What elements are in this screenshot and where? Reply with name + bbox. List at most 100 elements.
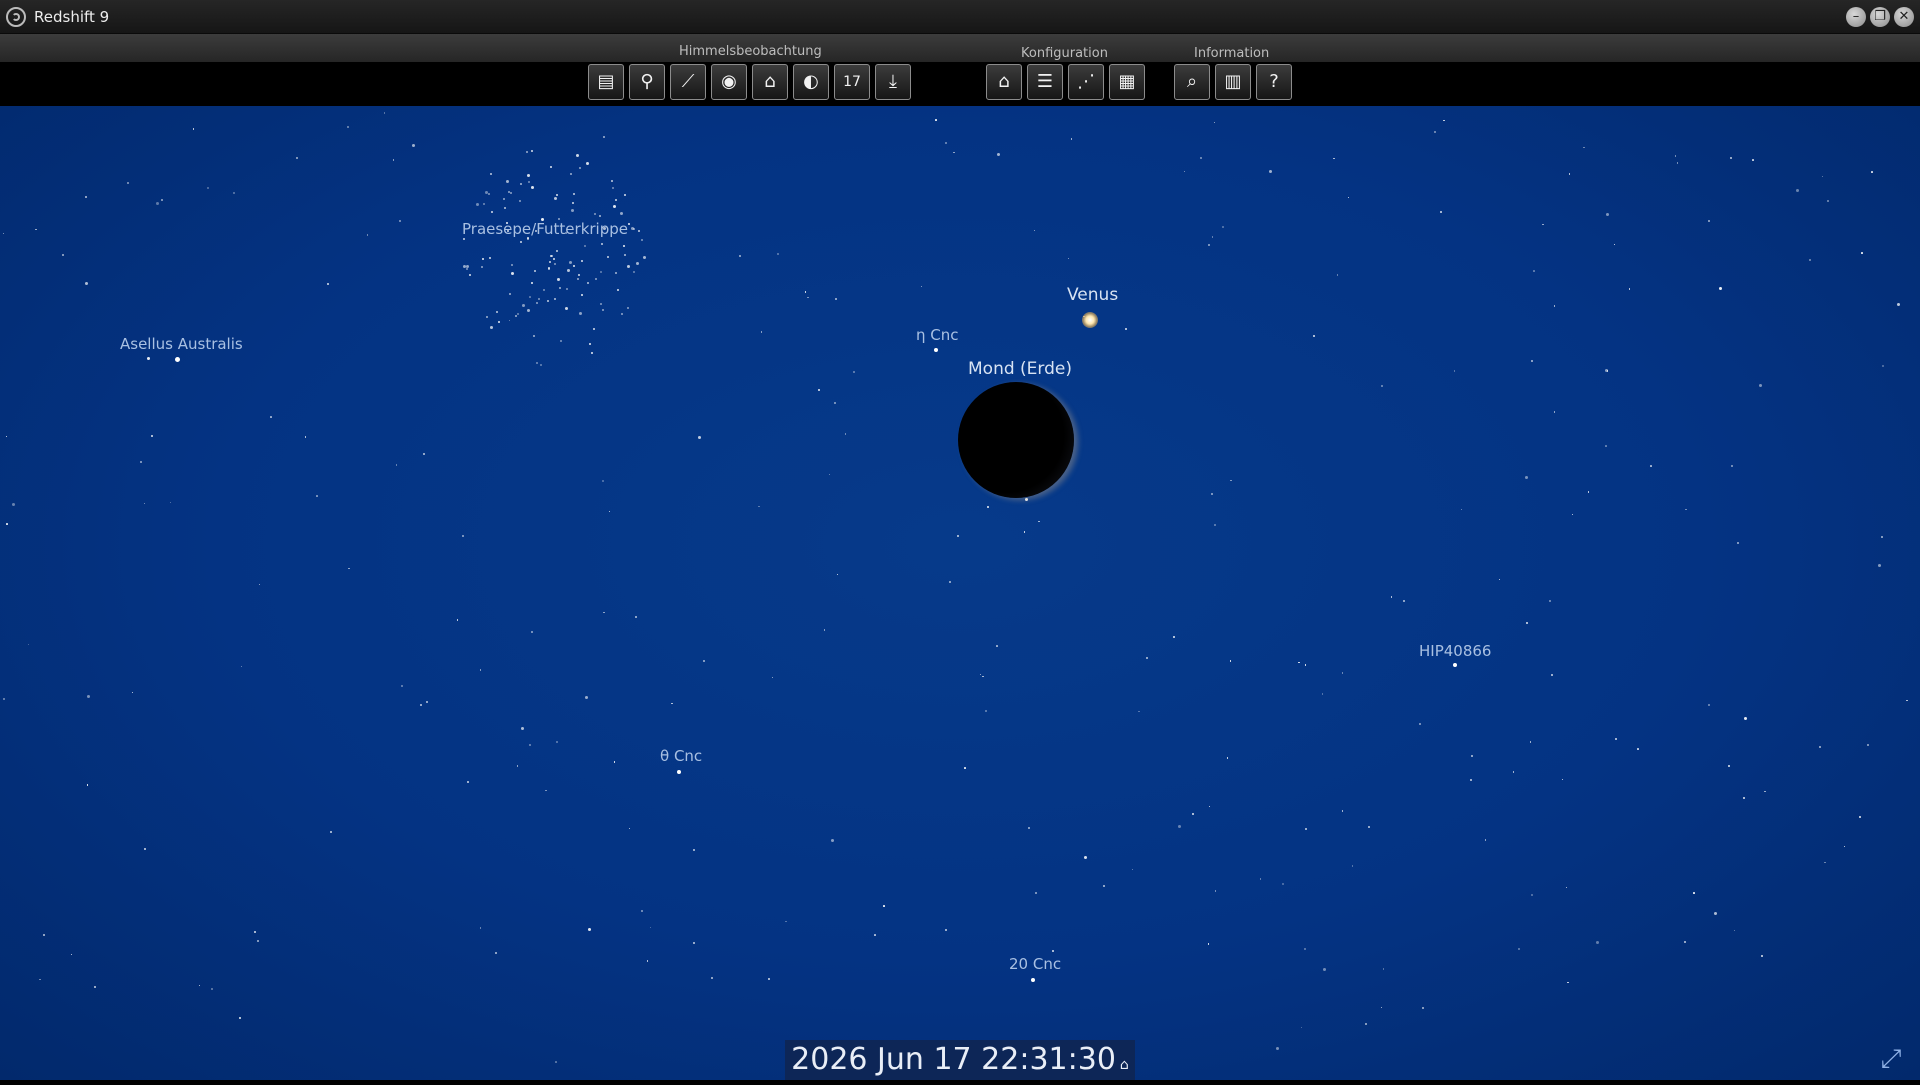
star xyxy=(833,402,836,405)
star xyxy=(1484,839,1487,841)
star xyxy=(93,986,96,989)
label-hip40866[interactable]: HIP40866 xyxy=(1419,642,1491,660)
datetime-display[interactable]: 2026 Jun 17 22:31:30 ⌂ xyxy=(785,1040,1135,1080)
label-moon[interactable]: Mond (Erde) xyxy=(968,359,1072,379)
star xyxy=(555,741,558,744)
star xyxy=(1323,967,1327,971)
star-20-cnc[interactable] xyxy=(1031,978,1035,982)
cluster-star xyxy=(535,362,538,365)
cluster-star xyxy=(621,313,624,315)
star xyxy=(1530,893,1533,896)
star xyxy=(35,228,37,231)
cluster-star xyxy=(594,277,597,280)
star-theta-cnc[interactable] xyxy=(677,770,681,774)
star xyxy=(1138,710,1140,713)
cluster-star xyxy=(522,304,526,308)
search-button[interactable]: ⌕ xyxy=(1174,64,1210,100)
settings-button[interactable]: ☰ xyxy=(1027,64,1063,100)
star xyxy=(760,331,763,333)
star xyxy=(1676,162,1679,164)
star xyxy=(1824,861,1826,864)
home-time-icon[interactable]: ⌂ xyxy=(1120,1057,1129,1073)
star xyxy=(1714,912,1718,916)
star xyxy=(398,219,401,222)
home-icon: ⌂ xyxy=(998,71,1010,92)
minimize-icon[interactable]: – xyxy=(1846,7,1866,27)
location-button[interactable]: ⚲ xyxy=(629,64,665,100)
star xyxy=(1213,121,1216,124)
star xyxy=(1733,929,1736,932)
help-button[interactable]: ? xyxy=(1256,64,1292,100)
star xyxy=(545,789,547,792)
cluster-star xyxy=(635,261,639,265)
moon-earth[interactable] xyxy=(958,382,1074,498)
cluster-star xyxy=(586,282,589,285)
location-pin-icon: ⚲ xyxy=(640,71,654,92)
cluster-star xyxy=(627,264,631,268)
star xyxy=(1858,815,1861,818)
window-title: Redshift 9 xyxy=(34,8,110,26)
star xyxy=(1191,812,1194,815)
star xyxy=(785,920,787,923)
star xyxy=(1230,479,1232,482)
telescope-button[interactable]: ⟋ xyxy=(670,64,706,100)
sky-view[interactable]: Praesepe/Futterkrippe Asellus Australis … xyxy=(0,106,1920,1080)
star xyxy=(1460,508,1463,511)
star xyxy=(944,929,947,932)
star xyxy=(1548,599,1551,602)
cluster-star xyxy=(571,208,575,212)
view-button[interactable]: ◉ xyxy=(711,64,747,100)
cluster-star xyxy=(623,193,626,196)
star xyxy=(692,941,695,944)
label-20-cnc[interactable]: 20 Cnc xyxy=(1009,955,1061,973)
export-button[interactable]: ⤓ xyxy=(875,64,911,100)
calendar-button[interactable]: 17 xyxy=(834,64,870,100)
cluster-star xyxy=(527,173,531,177)
book-button[interactable]: ▥ xyxy=(1215,64,1251,100)
star xyxy=(603,611,605,614)
cluster-star xyxy=(606,256,609,259)
cluster-star xyxy=(599,214,602,217)
star xyxy=(419,703,422,706)
cluster-star xyxy=(489,257,492,260)
star xyxy=(710,976,713,979)
star xyxy=(804,291,807,293)
star xyxy=(426,701,428,704)
star xyxy=(516,765,519,767)
cluster-star xyxy=(542,288,545,291)
save-button[interactable]: ▤ xyxy=(588,64,624,100)
restore-icon[interactable]: ❐ xyxy=(1870,7,1890,27)
label-praesepe[interactable]: Praesepe/Futterkrippe xyxy=(462,220,628,238)
cluster-star xyxy=(540,363,543,366)
star-eta-cnc[interactable] xyxy=(934,348,938,352)
label-asellus-australis[interactable]: Asellus Australis xyxy=(120,335,243,353)
fullscreen-expand-icon[interactable]: ⤢ xyxy=(1876,1044,1906,1074)
close-icon[interactable]: ✕ xyxy=(1894,7,1914,27)
star xyxy=(1683,941,1686,944)
star-asellus-australis[interactable] xyxy=(175,357,180,362)
label-theta-cnc[interactable]: θ Cnc xyxy=(660,747,702,765)
cluster-star xyxy=(480,266,483,269)
moon-phase-button[interactable]: ◐ xyxy=(793,64,829,100)
star xyxy=(852,370,855,373)
cluster-star xyxy=(572,264,575,267)
star xyxy=(1752,159,1754,161)
praesepe-cluster[interactable] xyxy=(420,126,680,386)
cluster-star xyxy=(628,222,631,225)
observatory-icon: ⌂ xyxy=(764,71,776,92)
home-button[interactable]: ⌂ xyxy=(986,64,1022,100)
venus-planet[interactable] xyxy=(1082,312,1098,328)
label-venus[interactable]: Venus xyxy=(1067,285,1118,305)
star-hip40866[interactable] xyxy=(1453,663,1457,667)
label-eta-cnc[interactable]: η Cnc xyxy=(916,326,959,344)
observatory-button[interactable]: ⌂ xyxy=(752,64,788,100)
cluster-star xyxy=(577,274,580,277)
redshift-logo-icon[interactable] xyxy=(6,7,26,27)
star xyxy=(1561,778,1564,781)
grid-button[interactable]: ▦ xyxy=(1109,64,1145,100)
cluster-star xyxy=(505,180,509,184)
star xyxy=(1023,531,1026,533)
constellations-button[interactable]: ⋰ xyxy=(1068,64,1104,100)
star xyxy=(466,264,470,268)
star xyxy=(479,927,482,929)
